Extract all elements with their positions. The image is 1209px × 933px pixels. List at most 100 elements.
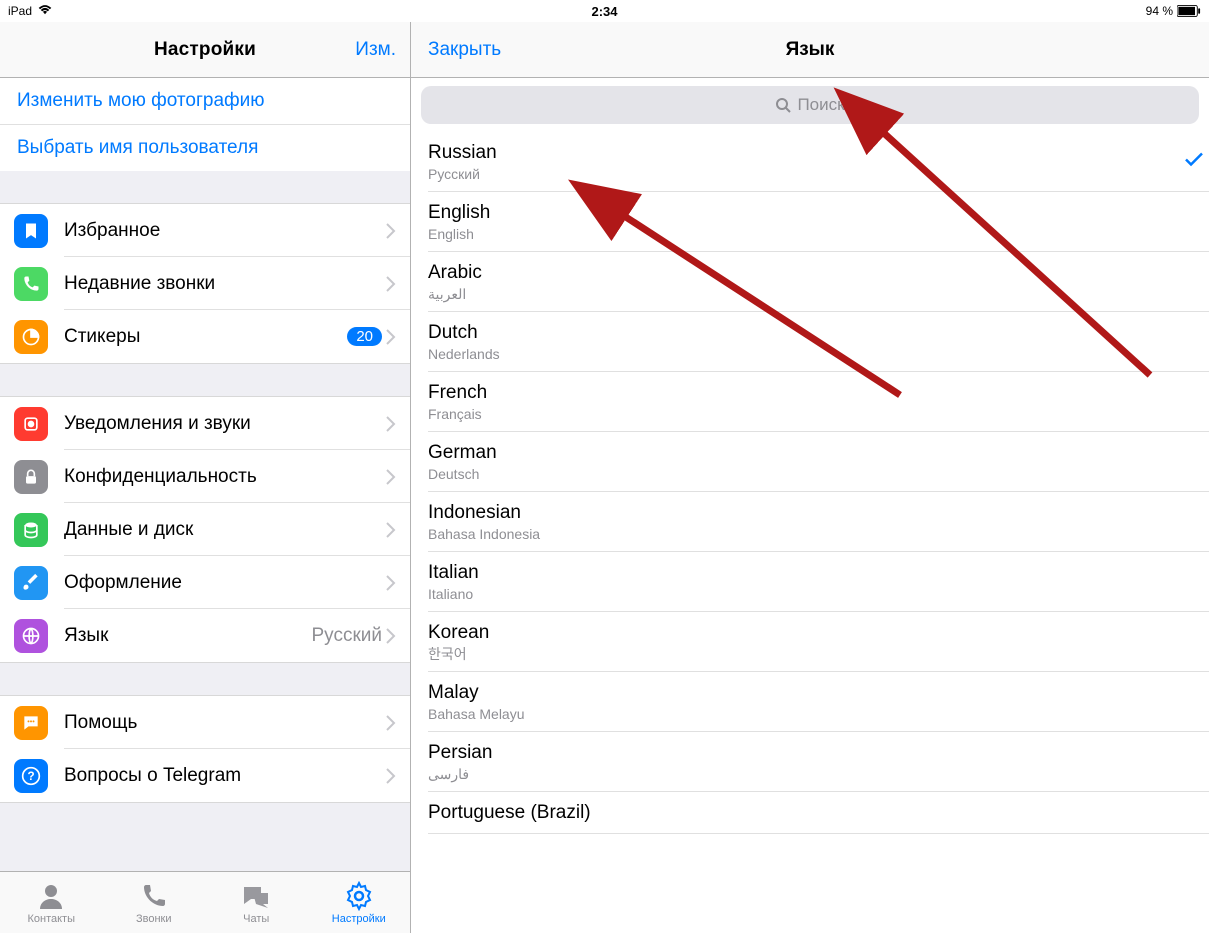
phone-icon xyxy=(14,267,48,301)
chevron-right-icon xyxy=(386,416,404,432)
tab-chats[interactable]: Чаты xyxy=(205,872,308,933)
language-native: Русский xyxy=(428,165,1192,183)
tab-label: Контакты xyxy=(27,913,75,925)
device-label: iPad xyxy=(8,4,32,18)
chat-icon xyxy=(14,706,48,740)
tab-label: Чаты xyxy=(243,913,269,925)
search-icon xyxy=(775,97,791,113)
language-native: Italiano xyxy=(428,585,1192,603)
language-row[interactable]: GermanDeutsch xyxy=(411,432,1209,492)
language-native: Deutsch xyxy=(428,465,1192,483)
row-label: Язык xyxy=(64,625,312,647)
language-list[interactable]: RussianРусскийEnglishEnglishArabicالعربي… xyxy=(411,132,1209,933)
privacy-row[interactable]: Конфиденциальность xyxy=(0,450,410,503)
language-row[interactable]: EnglishEnglish xyxy=(411,192,1209,252)
language-name: German xyxy=(428,441,1192,465)
chevron-right-icon xyxy=(386,628,404,644)
globe-icon xyxy=(14,619,48,653)
language-name: Italian xyxy=(428,561,1192,585)
settings-nav-bar: Настройки Изм. xyxy=(0,22,410,78)
language-native: فارسی xyxy=(428,765,1192,783)
settings-title: Настройки xyxy=(154,39,256,61)
lock-icon xyxy=(14,460,48,494)
chevron-right-icon xyxy=(386,329,404,345)
language-nav-bar: Закрыть Язык xyxy=(411,22,1209,78)
language-native: Nederlands xyxy=(428,345,1192,363)
chevron-right-icon xyxy=(386,223,404,239)
language-row[interactable]: Arabicالعربية xyxy=(411,252,1209,312)
edit-button[interactable]: Изм. xyxy=(355,39,396,61)
brush-icon xyxy=(14,566,48,600)
language-name: Arabic xyxy=(428,261,1192,285)
language-row[interactable]: IndonesianBahasa Indonesia xyxy=(411,492,1209,552)
checkmark-icon xyxy=(1185,153,1203,172)
row-label: Недавние звонки xyxy=(64,273,386,295)
language-native: Bahasa Indonesia xyxy=(428,525,1192,543)
database-icon xyxy=(14,513,48,547)
battery-percent: 94 % xyxy=(1146,4,1173,18)
status-time: 2:34 xyxy=(591,4,617,19)
language-row[interactable]: Korean한국어 xyxy=(411,612,1209,672)
faq-row[interactable]: ? Вопросы о Telegram xyxy=(0,749,410,802)
recent-calls-row[interactable]: Недавние звонки xyxy=(0,257,410,310)
change-photo-link[interactable]: Изменить мою фотографию xyxy=(0,78,410,125)
row-label: Данные и диск xyxy=(64,519,386,541)
chevron-right-icon xyxy=(386,768,404,784)
favorites-row[interactable]: Избранное xyxy=(0,204,410,257)
battery-icon xyxy=(1177,5,1201,17)
stickers-badge: 20 xyxy=(347,327,382,346)
svg-text:?: ? xyxy=(27,770,34,783)
language-detail-pane: Закрыть Язык Поиск RussianРусскийEnglish… xyxy=(411,22,1209,933)
notifications-row[interactable]: Уведомления и звуки xyxy=(0,397,410,450)
tab-label: Настройки xyxy=(332,913,386,925)
language-row[interactable]: MalayBahasa Melayu xyxy=(411,672,1209,732)
language-native: Bahasa Melayu xyxy=(428,705,1192,723)
chevron-right-icon xyxy=(386,715,404,731)
data-storage-row[interactable]: Данные и диск xyxy=(0,503,410,556)
language-native: العربية xyxy=(428,285,1192,303)
language-name: Dutch xyxy=(428,321,1192,345)
tab-label: Звонки xyxy=(136,913,172,925)
status-bar: iPad 2:34 94 % xyxy=(0,0,1209,22)
language-title: Язык xyxy=(786,39,835,61)
notifications-icon xyxy=(14,407,48,441)
language-native: Français xyxy=(428,405,1192,423)
search-input[interactable]: Поиск xyxy=(421,86,1199,124)
row-label: Оформление xyxy=(64,572,386,594)
language-row[interactable]: DutchNederlands xyxy=(411,312,1209,372)
language-name: French xyxy=(428,381,1192,405)
question-icon: ? xyxy=(14,759,48,793)
bookmark-icon xyxy=(14,214,48,248)
tab-bar: Контакты Звонки Чаты Настройки xyxy=(0,871,410,933)
row-label: Вопросы о Telegram xyxy=(64,765,386,787)
language-name: Korean xyxy=(428,621,1192,645)
language-name: Portuguese (Brazil) xyxy=(428,801,1192,825)
tab-calls[interactable]: Звонки xyxy=(103,872,206,933)
tab-settings[interactable]: Настройки xyxy=(308,872,411,933)
appearance-row[interactable]: Оформление xyxy=(0,556,410,609)
language-name: Indonesian xyxy=(428,501,1192,525)
language-name: Persian xyxy=(428,741,1192,765)
row-label: Уведомления и звуки xyxy=(64,413,386,435)
row-label: Избранное xyxy=(64,220,386,242)
language-name: English xyxy=(428,201,1192,225)
chevron-right-icon xyxy=(386,469,404,485)
chevron-right-icon xyxy=(386,575,404,591)
language-row[interactable]: RussianРусский xyxy=(411,132,1209,192)
row-label: Стикеры xyxy=(64,326,347,348)
sticker-icon xyxy=(14,320,48,354)
choose-username-link[interactable]: Выбрать имя пользователя xyxy=(0,125,410,171)
help-row[interactable]: Помощь xyxy=(0,696,410,749)
language-row[interactable]: FrenchFrançais xyxy=(411,372,1209,432)
tab-contacts[interactable]: Контакты xyxy=(0,872,103,933)
row-label: Конфиденциальность xyxy=(64,466,386,488)
language-row[interactable]: Persianفارسی xyxy=(411,732,1209,792)
language-native: English xyxy=(428,225,1192,243)
close-button[interactable]: Закрыть xyxy=(428,39,501,61)
stickers-row[interactable]: Стикеры 20 xyxy=(0,310,410,363)
language-name: Malay xyxy=(428,681,1192,705)
language-row[interactable]: ItalianItaliano xyxy=(411,552,1209,612)
wifi-icon xyxy=(38,4,52,18)
language-row[interactable]: Portuguese (Brazil) xyxy=(411,792,1209,834)
language-row[interactable]: Язык Русский xyxy=(0,609,410,662)
